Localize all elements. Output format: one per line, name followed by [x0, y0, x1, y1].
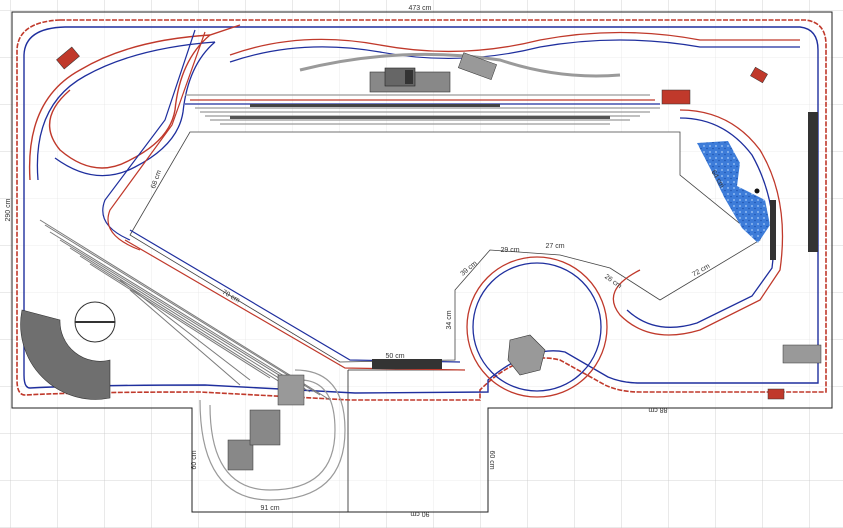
dim-left-height: 290 cm: [5, 198, 12, 221]
dim-ext-left-height: 60 cm: [191, 450, 198, 469]
building-bottom-right: [782, 344, 822, 364]
layout-plan-canvas: 473 cm 290 cm 91 cm 90 cm 60 cm 60 cm 88…: [0, 0, 843, 528]
building-red-small: [767, 388, 785, 400]
lake-marker: [754, 188, 760, 194]
track-plan-diagram: 473 cm 290 cm 91 cm 90 cm 60 cm 60 cm 88…: [0, 0, 843, 528]
right-platform-2: [770, 200, 776, 260]
dim-bottom-right-width: 90 cm: [410, 510, 429, 517]
dim-bottom-left-width: 91 cm: [260, 505, 279, 512]
dim-inner-arc-a: 29 cm: [500, 247, 519, 254]
dim-inner-arc-c: 27 cm: [545, 243, 564, 250]
dim-bottom-main-right: 88 cm: [648, 406, 667, 413]
right-platform: [808, 112, 818, 252]
lower-platform: [372, 359, 442, 369]
dim-top-width: 473 cm: [409, 5, 432, 12]
dim-inner-mid-bottom: 34 cm: [446, 310, 453, 329]
dim-ext-right-height: 60 cm: [488, 450, 495, 469]
dim-inner-angled: 50 cm: [385, 353, 404, 360]
